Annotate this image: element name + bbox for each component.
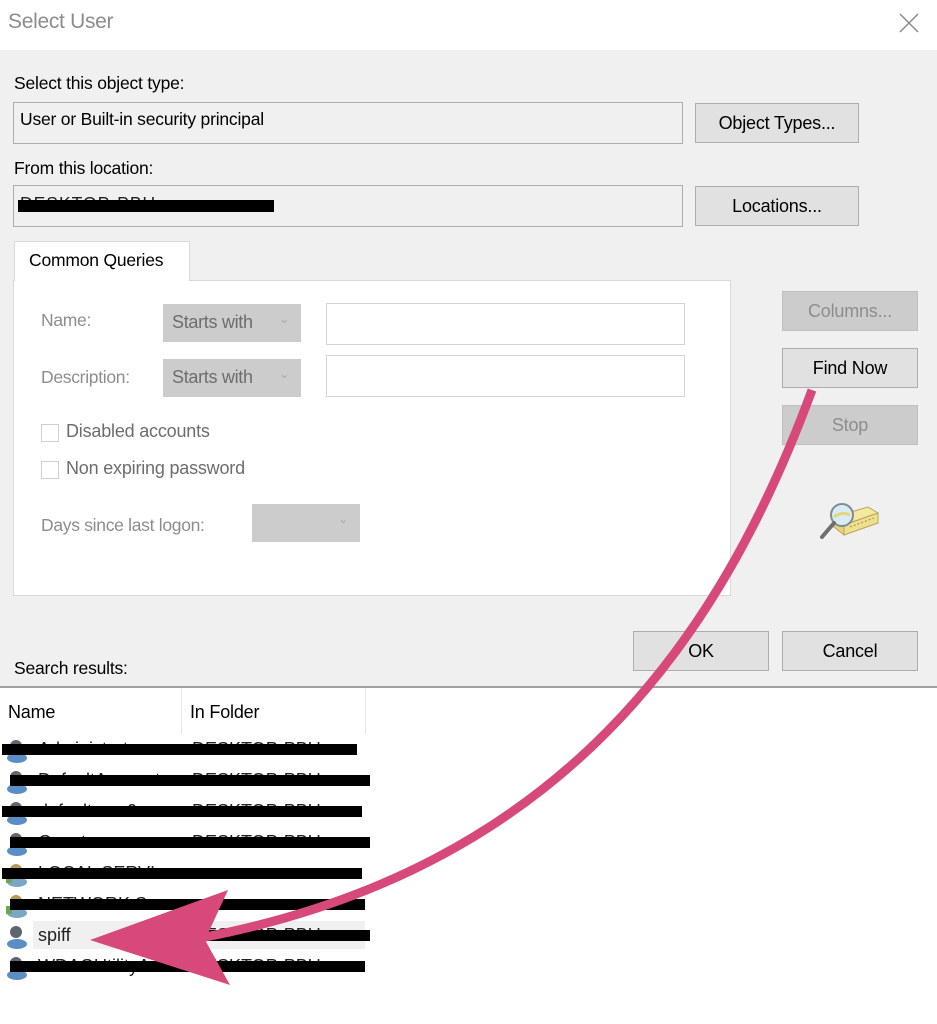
result-row[interactable]: DefaultAccountDESKTOP-PBU... [0, 766, 370, 794]
result-row[interactable]: AdministratorDESKTOP-PBU... [0, 735, 370, 763]
cancel-button[interactable]: Cancel [782, 631, 918, 671]
location-field: DESKTOP-PBU... [13, 185, 683, 227]
object-types-button[interactable]: Object Types... [695, 103, 859, 143]
name-match-dropdown[interactable]: Starts with ⌄ [163, 304, 301, 342]
name-match-value: Starts with [172, 312, 253, 332]
title-bar: Select User [0, 0, 937, 50]
result-row[interactable]: defaultuser0DESKTOP-PBU... [0, 797, 370, 825]
object-type-field: User or Built-in security principal [13, 102, 683, 144]
description-match-dropdown[interactable]: Starts with ⌄ [163, 359, 301, 397]
redaction-bar [10, 899, 365, 910]
non-expiring-password-label: Non expiring password [66, 458, 245, 478]
column-header-in-folder[interactable]: In Folder [182, 688, 366, 734]
disabled-accounts-label: Disabled accounts [66, 421, 210, 441]
redaction-bar [2, 806, 362, 817]
days-since-logon-label: Days since last logon: [41, 515, 205, 535]
search-results-label: Search results: [14, 658, 128, 678]
name-input[interactable] [326, 303, 685, 345]
column-header-name[interactable]: Name [0, 688, 182, 734]
result-row[interactable]: LOCAL SERVI... [0, 859, 370, 887]
redaction-bar [180, 930, 370, 941]
result-row[interactable]: GuestDESKTOP-PBU... [0, 828, 370, 856]
description-label: Description: [41, 367, 130, 387]
days-since-logon-dropdown[interactable]: ⌄ [252, 504, 360, 542]
chevron-down-icon: ⌄ [279, 312, 289, 326]
stop-button[interactable]: Stop [782, 405, 918, 445]
redaction-bar [18, 200, 274, 212]
find-magnifier-icon [820, 503, 880, 539]
result-row[interactable]: NETWORK S... [0, 890, 370, 918]
window-title: Select User [8, 10, 114, 33]
redaction-bar [10, 961, 365, 972]
name-label: Name: [41, 310, 92, 330]
redaction-bar [2, 744, 357, 755]
chevron-down-icon: ⌄ [338, 512, 348, 526]
columns-button[interactable]: Columns... [782, 291, 918, 331]
result-row[interactable]: spiffDESKTOP-PBU... [0, 921, 370, 949]
location-label: From this location: [14, 158, 154, 178]
disabled-accounts-checkbox[interactable] [41, 424, 59, 442]
close-icon[interactable] [894, 8, 924, 38]
locations-button[interactable]: Locations... [695, 186, 859, 226]
tab-common-queries[interactable]: Common Queries [14, 241, 190, 281]
result-name: spiff [38, 925, 71, 945]
redaction-bar [10, 775, 370, 786]
description-input[interactable] [326, 355, 685, 397]
redaction-bar [10, 837, 370, 848]
result-row[interactable]: WDAGUtilityA...DESKTOP-PBU... [0, 952, 370, 980]
ok-button[interactable]: OK [633, 631, 769, 671]
non-expiring-password-checkbox[interactable] [41, 461, 59, 479]
user-icon [7, 926, 27, 949]
find-now-button[interactable]: Find Now [782, 348, 918, 388]
object-type-label: Select this object type: [14, 73, 185, 93]
chevron-down-icon: ⌄ [279, 367, 289, 381]
description-match-value: Starts with [172, 367, 253, 387]
redaction-bar [2, 868, 362, 879]
